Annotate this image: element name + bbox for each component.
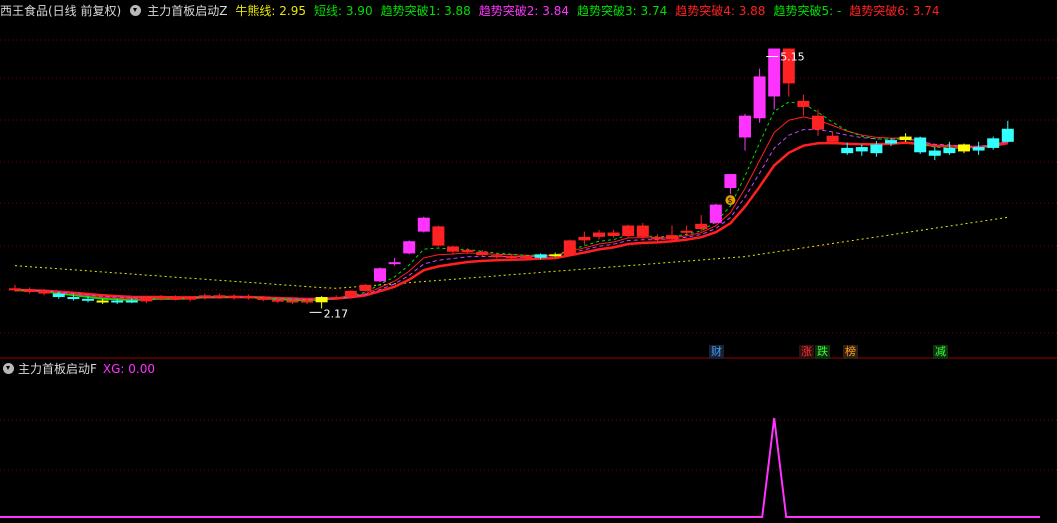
candle-body	[198, 295, 211, 298]
candle-body	[388, 262, 401, 265]
event-badge[interactable]: 跌	[815, 345, 830, 359]
candle-body	[505, 256, 518, 259]
candle-body	[753, 76, 766, 119]
candle-body	[1001, 128, 1014, 142]
trend-line-4	[14, 141, 1009, 301]
max-price-label: 5.15	[780, 51, 805, 64]
min-price-label: 2.17	[324, 307, 349, 320]
candle-body	[461, 249, 474, 252]
candle-body	[593, 232, 605, 237]
candle-body	[943, 147, 956, 154]
candle-body	[739, 115, 751, 138]
xg-line	[0, 417, 1040, 518]
candle-body	[9, 288, 21, 291]
candle-body	[520, 256, 532, 259]
candle-body	[666, 235, 678, 240]
candle-body	[972, 147, 985, 151]
candle-body	[578, 236, 591, 241]
candle-body	[96, 300, 109, 303]
candle-body	[622, 225, 635, 236]
candle-body	[155, 297, 167, 300]
candle-body	[563, 240, 576, 256]
candle-body	[257, 297, 270, 300]
candle-body	[242, 296, 255, 299]
candle-body	[125, 300, 138, 303]
candle-body	[768, 48, 781, 97]
candle-body	[899, 136, 912, 141]
candle-body	[315, 297, 328, 303]
candle-body	[870, 144, 883, 154]
event-badge[interactable]: 财	[709, 345, 724, 359]
candle-body	[651, 236, 664, 240]
candle-body	[140, 297, 153, 302]
event-badge[interactable]: 减	[933, 345, 948, 359]
event-badge[interactable]: 涨	[799, 345, 814, 359]
candle-body	[549, 254, 562, 257]
candle-body	[797, 100, 810, 107]
candle-body	[987, 138, 1000, 148]
bull-bear-line	[14, 216, 1008, 289]
candle-body	[52, 293, 65, 298]
candle-body	[812, 115, 824, 130]
candle-body	[374, 268, 386, 282]
candle-body	[680, 230, 693, 233]
candle-body	[841, 147, 854, 154]
candle-body	[169, 297, 182, 300]
kline-chart[interactable]: 5.15 2.17 $	[0, 0, 1057, 523]
trend-line-2	[14, 129, 1008, 301]
candle-body	[228, 296, 240, 299]
candle-body	[928, 150, 941, 156]
candle-body	[286, 300, 299, 303]
candle-body	[403, 241, 416, 254]
candle-body	[111, 300, 124, 303]
candle-body	[709, 204, 722, 223]
candle-body	[855, 147, 868, 152]
trend-line-1	[14, 101, 1008, 302]
candle-body	[958, 144, 970, 152]
candle-body	[359, 284, 372, 291]
candle-body	[344, 290, 357, 298]
candle-body	[213, 295, 226, 298]
candle-body	[271, 299, 284, 302]
candle-body	[826, 135, 839, 142]
candle-body	[417, 217, 430, 232]
candle-body	[885, 140, 897, 144]
candle-body	[695, 223, 708, 230]
candle-body	[636, 225, 649, 237]
candle-body	[184, 297, 197, 300]
candle-body	[490, 255, 503, 258]
candle-body	[724, 174, 737, 189]
candle-body	[67, 297, 80, 300]
candle-body	[914, 137, 927, 153]
event-badge[interactable]: 榜	[843, 345, 858, 359]
candle-body	[330, 297, 343, 300]
candle-body	[38, 290, 51, 294]
candle-body	[82, 298, 94, 301]
candle-body	[432, 226, 445, 246]
candle-body	[301, 300, 313, 303]
candle-body	[607, 232, 620, 236]
money-bag-glyph: $	[727, 196, 732, 205]
candle-body	[476, 251, 489, 256]
candle-body	[23, 290, 36, 293]
candle-body	[447, 246, 459, 252]
candle-body	[534, 254, 547, 258]
